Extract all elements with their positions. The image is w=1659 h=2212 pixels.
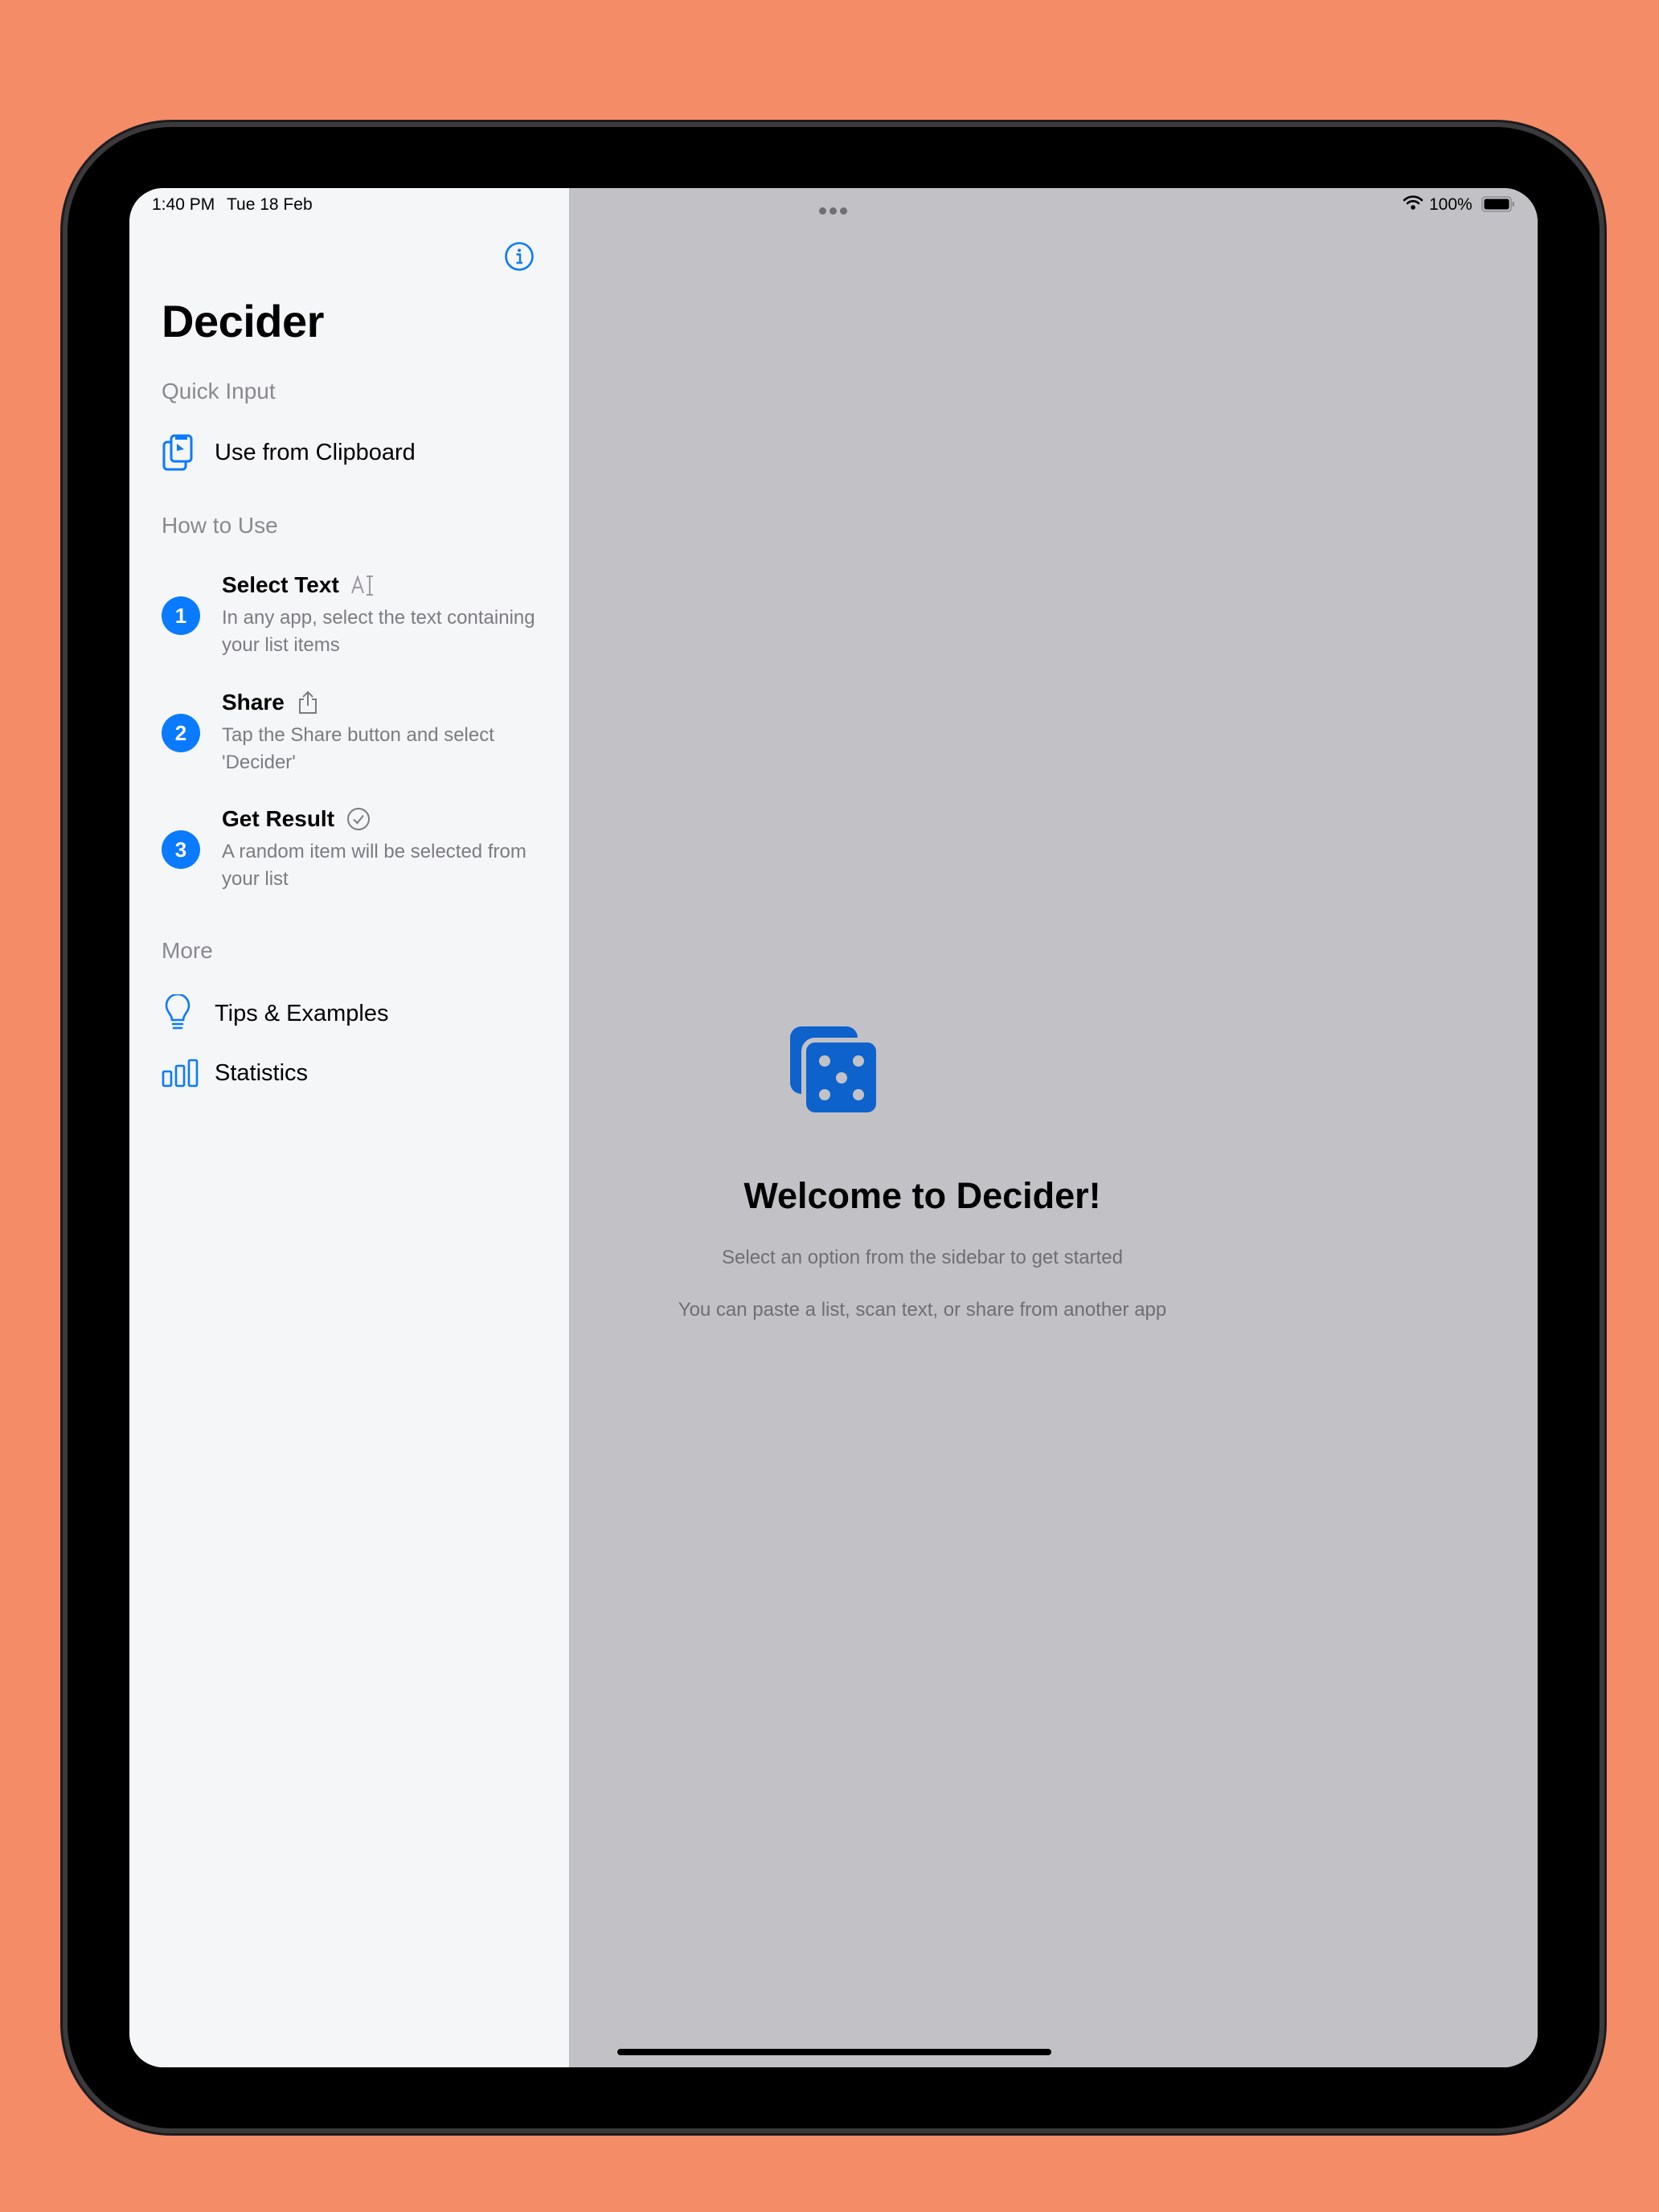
sidebar-item-statistics[interactable]: Statistics <box>162 1051 308 1096</box>
section-header-more: More <box>162 938 213 963</box>
step-title: Share <box>222 690 320 715</box>
info-button[interactable] <box>504 241 535 272</box>
step-number-badge: 1 <box>162 596 200 635</box>
section-header-quick-input: Quick Input <box>162 379 276 403</box>
multitasking-dots[interactable] <box>819 200 851 215</box>
clipboard-icon <box>162 433 199 472</box>
step-title: Select Text <box>222 572 378 598</box>
welcome-title: Welcome to Decider! <box>743 1175 1101 1216</box>
status-bar: 1:40 PM Tue 18 Feb 100% <box>129 188 1538 220</box>
sidebar-item-tips-examples[interactable]: Tips & Examples <box>162 991 389 1036</box>
dice-icon <box>790 1026 881 1117</box>
battery-icon <box>1481 196 1514 212</box>
sidebar: Decider Quick Input Use from Clipboard H… <box>129 188 569 2067</box>
screen: Decider Quick Input Use from Clipboard H… <box>129 188 1538 2067</box>
lightbulb-icon <box>162 994 199 1033</box>
step-description: Tap the Share button and select 'Decider… <box>222 724 494 773</box>
wifi-icon <box>1403 195 1423 215</box>
sidebar-item-use-from-clipboard[interactable]: Use from Clipboard <box>162 430 416 475</box>
section-header-how-to-use: How to Use <box>162 513 278 538</box>
welcome-hint: You can paste a list, scan text, or shar… <box>678 1299 1167 1321</box>
sidebar-item-label: Use from Clipboard <box>215 439 416 465</box>
welcome-subtitle: Select an option from the sidebar to get… <box>722 1247 1123 1268</box>
status-time: 1:40 PM <box>152 195 215 214</box>
checkmark-circle-icon <box>346 806 371 832</box>
step-description: A random item will be selected from your… <box>222 841 526 890</box>
step-get-result: 3 Get Result A random item will be selec… <box>162 806 547 890</box>
info-icon <box>505 242 534 271</box>
step-select-text: 1 Select Text In any app, select the tex… <box>162 572 547 656</box>
share-icon <box>296 690 320 715</box>
page-title: Decider <box>162 296 324 346</box>
sidebar-item-label: Tips & Examples <box>215 1000 389 1026</box>
home-indicator[interactable] <box>617 2049 1051 2055</box>
step-share: 2 Share Tap the Share button and select … <box>162 690 547 773</box>
step-title: Get Result <box>222 806 371 832</box>
sidebar-item-label: Statistics <box>215 1059 309 1086</box>
chart-bar-icon <box>162 1054 199 1092</box>
battery-percentage: 100% <box>1429 195 1473 214</box>
step-number-badge: 2 <box>162 714 200 752</box>
text-cursor-icon <box>350 573 378 597</box>
status-date: Tue 18 Feb <box>227 195 313 214</box>
step-description: In any app, select the text containing y… <box>222 607 535 656</box>
detail-pane <box>569 188 1538 2067</box>
step-number-badge: 3 <box>162 830 200 869</box>
